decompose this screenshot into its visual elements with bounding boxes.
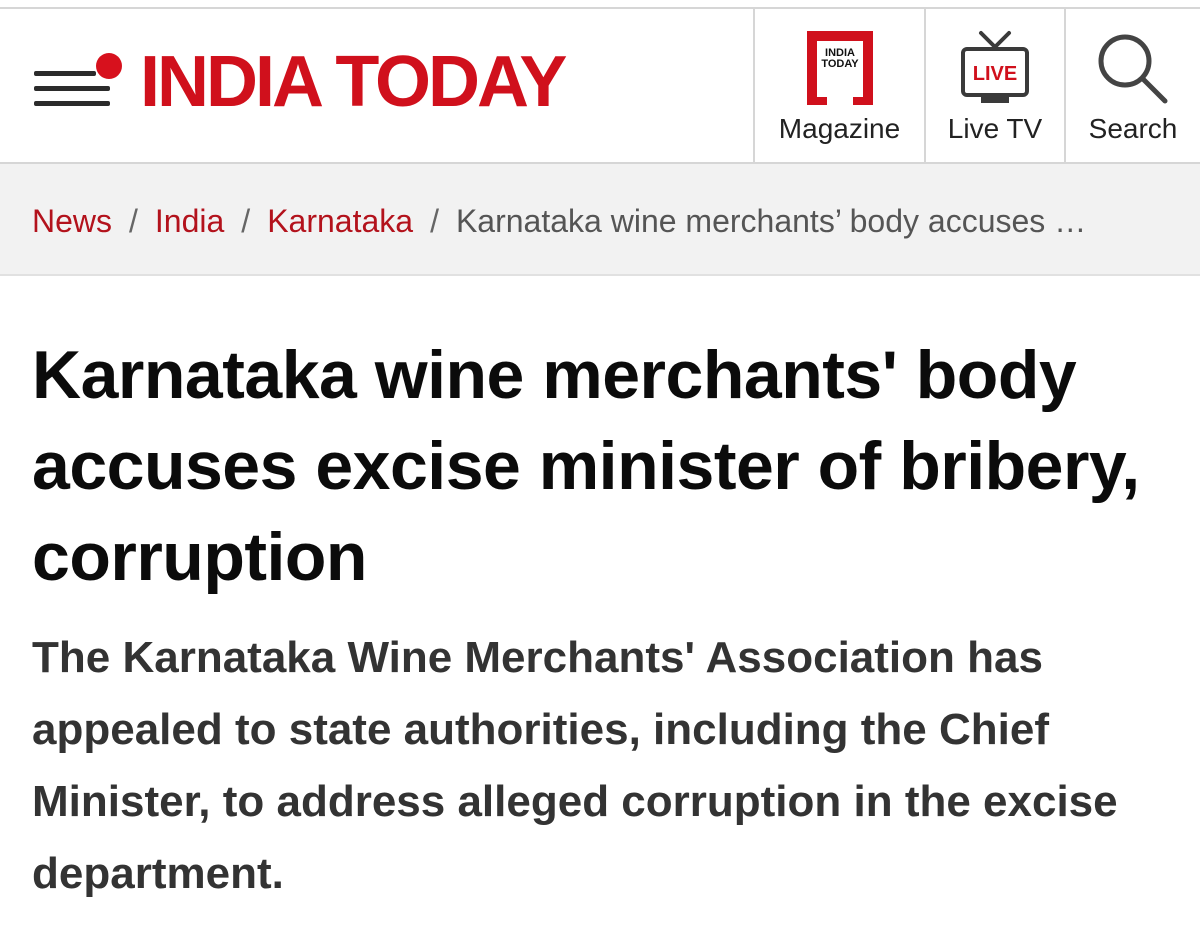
breadcrumb-separator: / [241,203,251,239]
breadcrumb-current-page: Karnataka wine merchants’ body accuses e… [455,203,1096,239]
magazine-logo-text-line2: TODAY [821,58,859,70]
search-icon [1098,34,1168,104]
breadcrumb-link-india[interactable]: India [155,202,224,240]
breadcrumb-separator: / [129,203,138,239]
article-headline: Karnataka wine merchants' body accuses e… [32,337,1140,595]
breadcrumb-bar: News / India / Karnataka / Karnataka win… [0,164,1200,276]
search-label: Search [1088,113,1178,144]
breadcrumb: News / India / Karnataka / Karnataka win… [32,202,1096,240]
magazine-button[interactable]: INDIA TODAY Magazine [753,9,924,162]
live-tv-label: Live TV [947,113,1043,144]
india-today-magazine-logo-icon: INDIA TODAY [806,31,873,105]
notification-dot [96,53,122,79]
hamburger-menu-icon[interactable] [34,53,122,119]
page: INDIA TODAY INDIA TODAY Magazine LIVE Li… [0,0,1200,931]
breadcrumb-link-karnataka[interactable]: Karnataka [267,202,413,240]
tv-icon: LIVE [961,31,1029,103]
breadcrumb-link-news[interactable]: News [32,202,112,240]
site-header: INDIA TODAY INDIA TODAY Magazine LIVE Li… [0,7,1200,164]
magazine-label: Magazine [778,113,901,144]
live-tv-button[interactable]: LIVE Live TV [924,9,1064,162]
breadcrumb-separator: / [430,203,439,239]
live-badge: LIVE [973,63,1017,85]
article-summary: The Karnataka Wine Merchants' Associatio… [32,633,1118,898]
search-button[interactable]: Search [1064,9,1200,162]
site-logo[interactable]: INDIA TODAY [140,46,567,118]
